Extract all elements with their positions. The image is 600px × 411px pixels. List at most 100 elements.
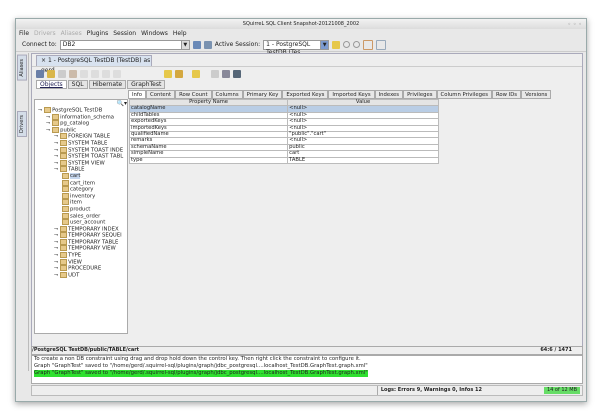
table-icon [62, 206, 69, 212]
tree-node-label: product [70, 206, 90, 212]
window-controls[interactable]: ◦ ◦ ◦ [568, 20, 582, 30]
tab-content[interactable]: Content [146, 90, 175, 99]
tree-node[interactable]: ⊸ VIEW [35, 259, 127, 266]
tree-node[interactable]: ⊸ public [35, 127, 127, 134]
memory-indicator[interactable]: 14 of 12 MB [544, 387, 580, 394]
tab-row-count[interactable]: Row Count [175, 90, 211, 99]
tree-node[interactable]: inventory [35, 193, 127, 200]
menu-drivers[interactable]: Drivers [34, 30, 56, 37]
tree-node[interactable]: ⊸ TEMPORARY INDEX [35, 226, 127, 233]
tab-primary-key[interactable]: Primary Key [243, 90, 283, 99]
active-session-label: Active Session: [215, 41, 260, 48]
session-panel: × 1 - PostgreSQL TestDB (TestDB) as gerd… [31, 53, 583, 347]
prev-icon[interactable] [343, 41, 350, 48]
menu-windows[interactable]: Windows [141, 30, 168, 37]
window-icon[interactable] [363, 40, 373, 50]
tree-node[interactable]: item [35, 199, 127, 206]
new-session-icon[interactable] [204, 41, 212, 49]
tab-exported-keys[interactable]: Exported Keys [282, 90, 328, 99]
tab-indexes[interactable]: Indexes [375, 90, 403, 99]
tool-icon[interactable] [91, 70, 99, 78]
tree-node[interactable]: ⊸ information_schema [35, 114, 127, 121]
tool-icon[interactable] [80, 70, 88, 78]
tree-node[interactable]: cart [35, 173, 127, 180]
logs-summary[interactable]: Logs: Errors 9, Warnings 0, Infos 12 [377, 386, 482, 395]
menu-aliases[interactable]: Aliases [61, 30, 82, 37]
sql-icon[interactable] [36, 70, 44, 78]
tab-aliases[interactable]: Aliases [17, 55, 27, 81]
search-icon[interactable] [211, 70, 219, 78]
refresh-icon[interactable] [47, 70, 55, 78]
tab-row-ids[interactable]: Row IDs [492, 90, 521, 99]
tree-node[interactable]: category [35, 186, 127, 193]
session-tab[interactable]: × 1 - PostgreSQL TestDB (TestDB) as gerd [36, 55, 152, 66]
tree-node[interactable]: ⊸ PostgreSQL TestDB [35, 107, 127, 114]
tree-node[interactable]: ⊸ TEMPORARY SEQUEI [35, 232, 127, 239]
tool-icon[interactable] [222, 70, 230, 78]
tree-node[interactable]: ⊸ UDT [35, 272, 127, 279]
tree-node[interactable]: ⊸ TABLE [35, 166, 127, 173]
connect-icon[interactable] [193, 41, 201, 49]
tree-node[interactable]: ⊸ SYSTEM VIEW [35, 160, 127, 167]
tree-node[interactable]: ⊸ SYSTEM TABLE [35, 140, 127, 147]
table-icon [62, 173, 69, 179]
menu-file[interactable]: File [19, 30, 29, 37]
tree-node[interactable]: sales_order [35, 213, 127, 220]
table-row[interactable]: typeTABLE [130, 157, 439, 163]
tab-imported-keys[interactable]: Imported Keys [328, 90, 374, 99]
tool-icon[interactable] [113, 70, 121, 78]
detail-panel: InfoContentRow CountColumnsPrimary KeyEx… [128, 90, 580, 344]
tab-drivers[interactable]: Drivers [17, 111, 27, 137]
next-icon[interactable] [353, 41, 360, 48]
tree-node[interactable]: ⊸ SYSTEM TOAST TABL [35, 153, 127, 160]
folder-icon [60, 239, 67, 245]
session-toolbar [32, 66, 582, 80]
tab-info[interactable]: Info [128, 90, 146, 99]
tree-node[interactable]: cart_item [35, 180, 127, 187]
message-log: To create a non DB constraint using drag… [31, 355, 583, 384]
tree-node[interactable]: ⊸ TEMPORARY TABLE [35, 239, 127, 246]
tab-sql[interactable]: SQL [68, 80, 88, 89]
tab-columns[interactable]: Columns [212, 90, 243, 99]
tool-icon[interactable] [102, 70, 110, 78]
sort-icon[interactable] [376, 40, 386, 50]
active-session-combo[interactable]: 1 - PostgreSQL TestDB (Tes▼ [263, 40, 329, 50]
status-bar: Logs: Errors 9, Warnings 0, Infos 12 14 o… [31, 385, 583, 396]
tree-node[interactable]: ⊸ SYSTEM TOAST INDE [35, 147, 127, 154]
tree-node[interactable]: ⊸ pg_catalog [35, 120, 127, 127]
info-table: Property NameValue catalogName<null>chil… [129, 99, 439, 164]
tab-column-privileges[interactable]: Column Privileges [437, 90, 492, 99]
menu-session[interactable]: Session [113, 30, 136, 37]
folder-icon [60, 160, 67, 166]
folder-icon[interactable] [192, 70, 200, 78]
tree-node[interactable]: ⊸ PROCEDURE [35, 265, 127, 272]
tree-node-label: FOREIGN TABLE [68, 134, 110, 140]
commit-icon[interactable] [69, 70, 77, 78]
tab-privileges[interactable]: Privileges [403, 90, 436, 99]
menu-help[interactable]: Help [173, 30, 187, 37]
close-icon[interactable]: × [41, 57, 48, 64]
tree-node[interactable]: user_account [35, 219, 127, 226]
tree-node[interactable]: product [35, 206, 127, 213]
graph-icon[interactable] [164, 70, 172, 78]
run-icon[interactable] [58, 70, 66, 78]
graph-icon[interactable] [175, 70, 183, 78]
table-icon [62, 213, 69, 219]
tree-node-label: PROCEDURE [68, 266, 101, 272]
folder-icon [60, 259, 67, 265]
tab-versions[interactable]: Versions [521, 90, 551, 99]
filter-icon[interactable]: 🔍▾ [35, 100, 127, 107]
tab-hibernate[interactable]: Hibernate [89, 80, 127, 89]
connect-combo[interactable]: DB2▼ [60, 40, 190, 50]
tab-objects[interactable]: Objects [36, 80, 67, 89]
folder-icon [60, 265, 67, 271]
tree-node[interactable]: ⊸ FOREIGN TABLE [35, 133, 127, 140]
tree-node[interactable]: ⊸ TEMPORARY VIEW [35, 245, 127, 252]
menu-plugins[interactable]: Plugins [87, 30, 109, 37]
tab-graphtest[interactable]: GraphTest [127, 80, 165, 89]
session-icon[interactable] [332, 41, 340, 49]
tool-icon[interactable] [233, 70, 241, 78]
connect-label: Connect to: [22, 41, 57, 48]
chevron-down-icon: ▼ [320, 41, 328, 49]
tree-node[interactable]: ⊸ TYPE [35, 252, 127, 259]
